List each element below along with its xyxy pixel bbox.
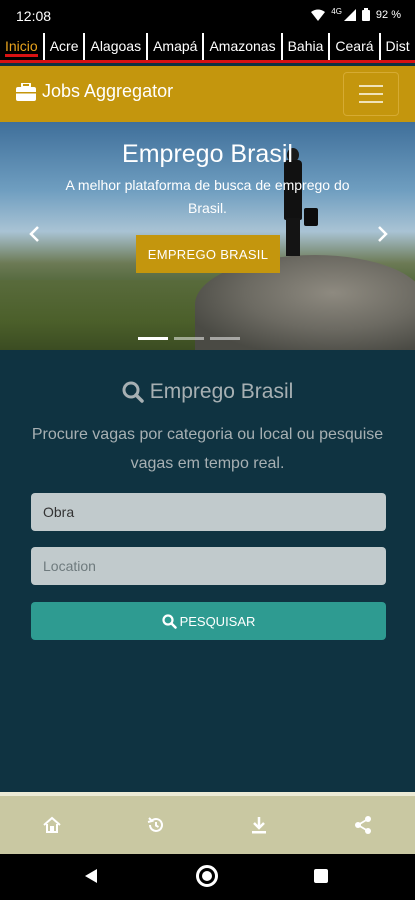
tab-label: Bahia — [287, 38, 324, 54]
history-button[interactable] — [136, 805, 176, 845]
tab-alagoas[interactable]: Alagoas — [85, 33, 149, 60]
briefcase-icon — [16, 82, 36, 101]
download-button[interactable] — [239, 805, 279, 845]
tab-distrito-federal[interactable]: Dist — [381, 33, 415, 60]
battery-icon — [361, 8, 370, 21]
search-title: Emprego Brasil — [149, 380, 294, 403]
tab-label: Amapá — [153, 38, 198, 54]
status-bar: 12:08 4G 92 % — [0, 0, 415, 33]
hero-subtitle: A melhor plataforma de busca de emprego … — [65, 177, 350, 216]
home-button[interactable] — [32, 805, 72, 845]
tab-label: Ceará — [335, 38, 374, 54]
hamburger-line — [359, 101, 383, 103]
search-icon — [161, 613, 177, 629]
system-navigation-bar — [0, 854, 415, 900]
signal-icon — [343, 8, 356, 21]
brand-link[interactable]: Jobs Aggregator — [16, 81, 173, 102]
tab-label: Amazonas — [209, 38, 276, 54]
history-icon — [147, 817, 163, 832]
network-type: 4G — [331, 7, 342, 16]
system-home-button[interactable] — [196, 865, 218, 887]
tab-bahia[interactable]: Bahia — [283, 33, 331, 60]
tab-inicio[interactable]: Inicio — [0, 33, 45, 60]
system-recents-button[interactable] — [314, 869, 328, 883]
app-screen: 12:08 4G 92 % Inicio Acre Alagoas Amapá Amaz… — [0, 0, 415, 900]
wifi-icon — [311, 9, 326, 21]
search-heading: Emprego Brasil — [0, 380, 415, 404]
carousel-indicator[interactable] — [174, 337, 204, 340]
carousel-indicators — [138, 337, 240, 340]
tab-label: Alagoas — [90, 38, 142, 54]
carousel-prev-button[interactable] — [22, 222, 46, 246]
brand-name: Jobs Aggregator — [42, 81, 174, 101]
share-icon — [355, 816, 372, 834]
location-input[interactable] — [31, 547, 386, 585]
bottom-app-bar — [0, 792, 415, 854]
tab-ceara[interactable]: Ceará — [330, 33, 381, 60]
carousel-indicator[interactable] — [210, 337, 240, 340]
download-icon — [252, 817, 267, 834]
tab-acre[interactable]: Acre — [45, 33, 86, 60]
clock: 12:08 — [16, 8, 52, 24]
carousel-next-button[interactable] — [371, 222, 395, 246]
hamburger-line — [359, 85, 383, 87]
state-tabs: Inicio Acre Alagoas Amapá Amazonas Bahia Ceará… — [0, 33, 415, 63]
system-back-button[interactable] — [84, 868, 98, 888]
top-navbar: Jobs Aggregator — [0, 66, 415, 122]
search-button-label: PESQUISAR — [179, 613, 256, 629]
hamburger-line — [359, 93, 383, 95]
tab-amapa[interactable]: Amapá — [148, 33, 205, 60]
search-description: Procure vagas por categoria ou local ou … — [31, 426, 384, 472]
chevron-left-icon — [29, 226, 39, 242]
back-triangle-icon — [85, 869, 97, 883]
tab-label: Acre — [49, 38, 79, 54]
hero-title: Emprego Brasil — [122, 140, 293, 168]
share-button[interactable] — [343, 805, 383, 845]
search-section: Emprego Brasil Procure vagas por categor… — [0, 350, 415, 792]
chevron-right-icon — [378, 226, 388, 242]
search-icon — [122, 381, 144, 403]
tab-label: Dist — [385, 38, 410, 54]
status-icons: 4G 92 % — [311, 7, 401, 21]
menu-toggle-button[interactable] — [343, 72, 399, 116]
carousel-indicator[interactable] — [138, 337, 168, 340]
job-input[interactable] — [31, 493, 386, 531]
tab-label: Inicio — [5, 38, 38, 57]
hero-carousel: Emprego Brasil A melhor plataforma de bu… — [0, 122, 415, 350]
search-button[interactable]: PESQUISAR — [31, 602, 386, 640]
home-icon — [43, 816, 61, 833]
hero-cta-button[interactable]: EMPREGO BRASIL — [136, 235, 280, 273]
tab-amazonas[interactable]: Amazonas — [204, 33, 283, 60]
battery-percent: 92 % — [375, 8, 401, 21]
